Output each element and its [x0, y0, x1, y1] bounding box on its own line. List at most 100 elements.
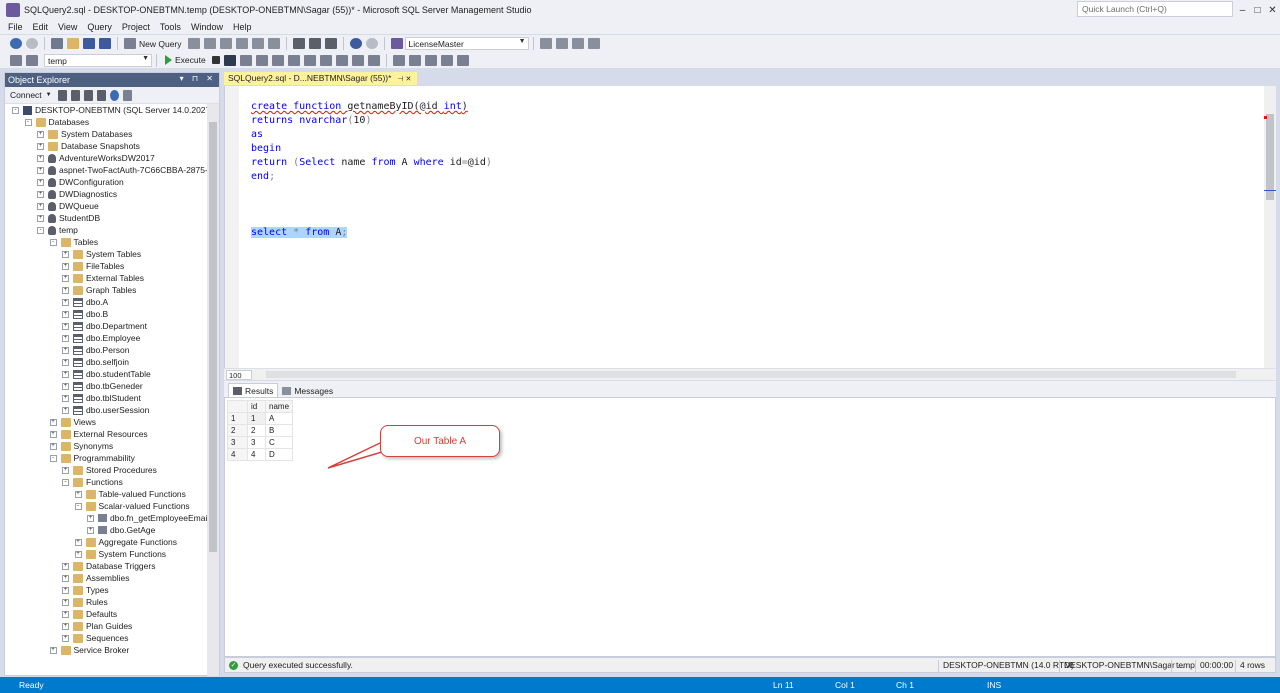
tree-node[interactable]: + dbo.userSession: [5, 404, 208, 416]
panel-window-buttons[interactable]: ▾ ⊓ ✕: [180, 74, 216, 83]
expand-icon[interactable]: +: [62, 250, 69, 258]
open-file-icon[interactable]: [67, 38, 79, 49]
xmla-query-icon[interactable]: [251, 38, 264, 49]
tree-node[interactable]: + External Tables: [5, 272, 208, 284]
tree-node[interactable]: + Types: [5, 584, 208, 596]
connect-icon[interactable]: [10, 54, 22, 66]
expand-icon[interactable]: +: [37, 154, 44, 162]
menu-window[interactable]: Window: [186, 22, 228, 32]
stop-icon[interactable]: [211, 56, 220, 64]
tree-node[interactable]: + Service Broker: [5, 644, 208, 656]
collapse-icon[interactable]: -: [74, 502, 82, 510]
cell-name[interactable]: A: [264, 412, 294, 425]
tree-node[interactable]: + aspnet-TwoFactAuth-7C66CBBA-2875-450: [5, 164, 208, 176]
pin-close-icon[interactable]: ⊣ ✕: [397, 76, 411, 83]
tree-node[interactable]: + dbo.tblStudent: [5, 392, 208, 404]
tree-node[interactable]: + Stored Procedures: [5, 464, 208, 476]
solution-combo[interactable]: LicenseMaster ▼: [404, 37, 529, 50]
increase-indent-icon[interactable]: [440, 54, 453, 66]
refresh-icon[interactable]: [109, 89, 119, 101]
tree-node[interactable]: + dbo.B: [5, 308, 208, 320]
activity-monitor-icon[interactable]: [122, 89, 132, 101]
intellisense-icon[interactable]: [271, 54, 284, 66]
expand-icon[interactable]: +: [62, 322, 69, 330]
tree-node[interactable]: + dbo.GetAge: [5, 524, 208, 536]
tree-node[interactable]: + Database Triggers: [5, 560, 208, 572]
new-query-icon[interactable]: [124, 38, 136, 49]
expand-icon[interactable]: +: [37, 178, 44, 186]
template-explorer-icon[interactable]: [571, 38, 584, 49]
expand-icon[interactable]: +: [62, 562, 69, 570]
menu-help[interactable]: Help: [228, 22, 257, 32]
row-number[interactable]: 1: [227, 412, 248, 425]
menu-tools[interactable]: Tools: [155, 22, 186, 32]
object-explorer-tree[interactable]: -DESKTOP-ONEBTMN (SQL Server 14.0.2027.2…: [5, 104, 208, 676]
editor-scrollbar[interactable]: [1264, 86, 1276, 368]
expand-icon[interactable]: +: [62, 298, 69, 306]
disconnect-icon[interactable]: [70, 89, 80, 101]
filter-icon[interactable]: [96, 89, 106, 101]
expand-icon[interactable]: +: [37, 202, 44, 210]
row-number[interactable]: 3: [227, 436, 248, 449]
expand-icon[interactable]: +: [62, 622, 69, 630]
expand-icon[interactable]: +: [62, 466, 69, 474]
comment-icon[interactable]: [392, 54, 405, 66]
menu-project[interactable]: Project: [117, 22, 155, 32]
expand-icon[interactable]: +: [87, 526, 94, 534]
cell-name[interactable]: D: [264, 448, 294, 461]
new-project-icon[interactable]: [51, 38, 63, 49]
execute-icon[interactable]: [165, 55, 172, 65]
menu-query[interactable]: Query: [82, 22, 117, 32]
tree-node[interactable]: + System Databases: [5, 128, 208, 140]
expand-icon[interactable]: +: [62, 634, 69, 642]
undo-icon[interactable]: [349, 38, 362, 49]
tab-messages[interactable]: Messages: [278, 383, 337, 397]
tree-node[interactable]: + Sequences: [5, 632, 208, 644]
tree-node[interactable]: + External Resources: [5, 428, 208, 440]
expand-icon[interactable]: +: [74, 538, 82, 546]
expand-icon[interactable]: +: [62, 574, 69, 582]
tree-node[interactable]: - Tables: [5, 236, 208, 248]
tree-node[interactable]: + Defaults: [5, 608, 208, 620]
expand-icon[interactable]: +: [62, 334, 69, 342]
expand-icon[interactable]: +: [62, 274, 69, 282]
menu-edit[interactable]: Edit: [28, 22, 54, 32]
cell-id[interactable]: 2: [247, 424, 266, 437]
scrollbar-thumb[interactable]: [1266, 114, 1274, 200]
tree-node[interactable]: - Programmability: [5, 452, 208, 464]
expand-icon[interactable]: +: [62, 346, 69, 354]
collapse-icon[interactable]: -: [49, 454, 57, 462]
tree-node[interactable]: - Databases: [5, 116, 208, 128]
column-header-name[interactable]: name: [264, 400, 294, 413]
uncomment-icon[interactable]: [408, 54, 421, 66]
cell-id[interactable]: 3: [247, 436, 266, 449]
specify-values-icon[interactable]: [456, 54, 469, 66]
expand-icon[interactable]: +: [37, 130, 44, 138]
object-explorer-icon[interactable]: [555, 38, 568, 49]
tree-node[interactable]: + System Tables: [5, 248, 208, 260]
expand-icon[interactable]: +: [62, 262, 69, 270]
properties-icon[interactable]: [539, 38, 552, 49]
back-icon[interactable]: [10, 38, 22, 49]
cut-icon[interactable]: [292, 38, 305, 49]
expand-icon[interactable]: +: [49, 418, 57, 426]
tree-node[interactable]: - Scalar-valued Functions: [5, 500, 208, 512]
parse-checkmark-icon[interactable]: [223, 54, 236, 66]
change-connection-icon[interactable]: [26, 54, 38, 66]
sql-code[interactable]: create function getnameByID(@id int) ret…: [251, 100, 492, 240]
expand-icon[interactable]: +: [37, 166, 44, 174]
tree-node[interactable]: + dbo.selfjoin: [5, 356, 208, 368]
dmx-query-icon[interactable]: [235, 38, 248, 49]
tree-node[interactable]: + dbo.A: [5, 296, 208, 308]
tree-node[interactable]: + Plan Guides: [5, 620, 208, 632]
expand-icon[interactable]: +: [37, 142, 44, 150]
tree-node[interactable]: + FileTables: [5, 260, 208, 272]
menu-file[interactable]: File: [3, 22, 28, 32]
tree-node[interactable]: + System Functions: [5, 548, 208, 560]
cell-id[interactable]: 4: [247, 448, 266, 461]
expand-icon[interactable]: +: [37, 214, 44, 222]
row-number[interactable]: 2: [227, 424, 248, 437]
chevron-down-icon[interactable]: ▼: [46, 92, 52, 98]
actual-plan-icon[interactable]: [287, 54, 300, 66]
expand-icon[interactable]: +: [62, 394, 69, 402]
